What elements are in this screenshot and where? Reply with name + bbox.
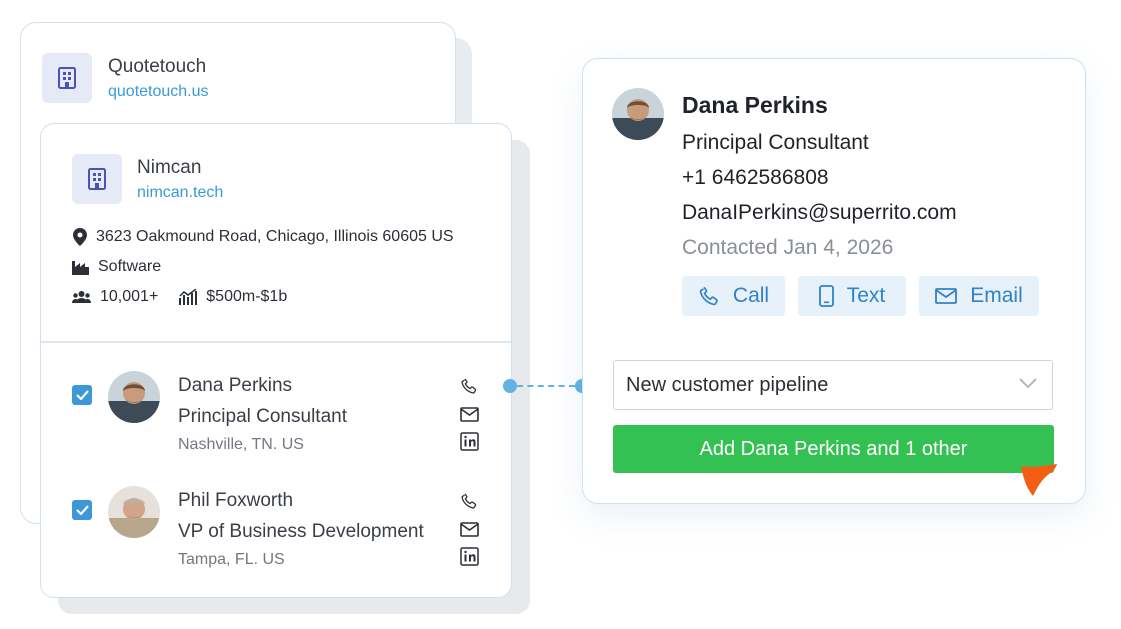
contact-detail-card: Dana Perkins Principal Consultant +1 646… (582, 58, 1086, 504)
contact-name[interactable]: Dana Perkins (178, 375, 292, 397)
call-button[interactable]: Call (682, 276, 785, 316)
company-domain-link[interactable]: nimcan.tech (137, 184, 223, 202)
call-label: Call (732, 284, 770, 307)
detail-name: Dana Perkins (682, 92, 828, 118)
company-name: Quotetouch (108, 56, 207, 77)
mail-icon (935, 288, 958, 304)
company-industry: Software (98, 258, 162, 275)
email-label: Email (970, 284, 1023, 307)
pipeline-select[interactable]: New customer pipeline (613, 360, 1053, 410)
connector-dot (503, 379, 517, 393)
check-icon (75, 390, 89, 400)
divider (41, 341, 511, 343)
email-button[interactable]: Email (919, 276, 1039, 316)
contact-name[interactable]: Phil Foxworth (178, 490, 293, 512)
contact-checkbox[interactable] (72, 500, 92, 520)
chevron-down-icon (1019, 378, 1037, 389)
text-label: Text (846, 284, 886, 307)
people-icon (72, 291, 91, 303)
linkedin-icon[interactable] (458, 430, 480, 452)
mail-icon[interactable] (458, 403, 480, 425)
contact-title: VP of Business Development (178, 521, 424, 542)
revenue-chart-icon (179, 289, 198, 305)
phone-icon[interactable] (458, 490, 480, 512)
mobile-phone-icon (818, 285, 834, 307)
building-icon (42, 53, 92, 103)
phone-icon (699, 286, 718, 306)
cursor-arrow-icon (1013, 458, 1061, 503)
contact-location: Nashville, TN. US (178, 436, 304, 453)
detail-email[interactable]: DanaIPerkins@superrito.com (682, 201, 957, 225)
avatar (612, 88, 664, 140)
avatar (108, 486, 160, 538)
text-button[interactable]: Text (798, 276, 906, 316)
add-contacts-button[interactable]: Add Dana Perkins and 1 other (613, 425, 1054, 473)
pipeline-selected-value: New customer pipeline (626, 373, 829, 396)
company-industry-row: Software (72, 258, 161, 276)
connector-line (517, 385, 575, 387)
company-revenue: $500m-$1b (206, 288, 288, 305)
linkedin-icon[interactable] (458, 545, 480, 567)
check-icon (75, 505, 89, 515)
mail-icon[interactable] (458, 518, 480, 540)
building-icon (72, 154, 122, 204)
avatar (108, 371, 160, 423)
location-pin-icon (73, 228, 87, 246)
contact-title: Principal Consultant (178, 406, 347, 427)
company-size-row: 10,001+ $500m-$1b (72, 288, 287, 306)
company-address: 3623 Oakmound Road, Chicago, Illinois 60… (96, 228, 454, 245)
company-employees: 10,001+ (100, 288, 159, 305)
contact-checkbox[interactable] (72, 385, 92, 405)
contact-location: Tampa, FL. US (178, 551, 285, 568)
factory-icon (72, 261, 89, 275)
company-domain-link[interactable]: quotetouch.us (108, 83, 209, 101)
detail-title: Principal Consultant (682, 131, 869, 154)
phone-icon[interactable] (458, 375, 480, 397)
company-card-nimcan: Nimcan nimcan.tech 3623 Oakmound Road, C… (40, 123, 512, 598)
detail-contacted-date: Contacted Jan 4, 2026 (682, 236, 894, 259)
company-name: Nimcan (137, 157, 202, 178)
company-address-row: 3623 Oakmound Road, Chicago, Illinois 60… (73, 228, 454, 246)
detail-phone[interactable]: +1 6462586808 (682, 166, 829, 190)
